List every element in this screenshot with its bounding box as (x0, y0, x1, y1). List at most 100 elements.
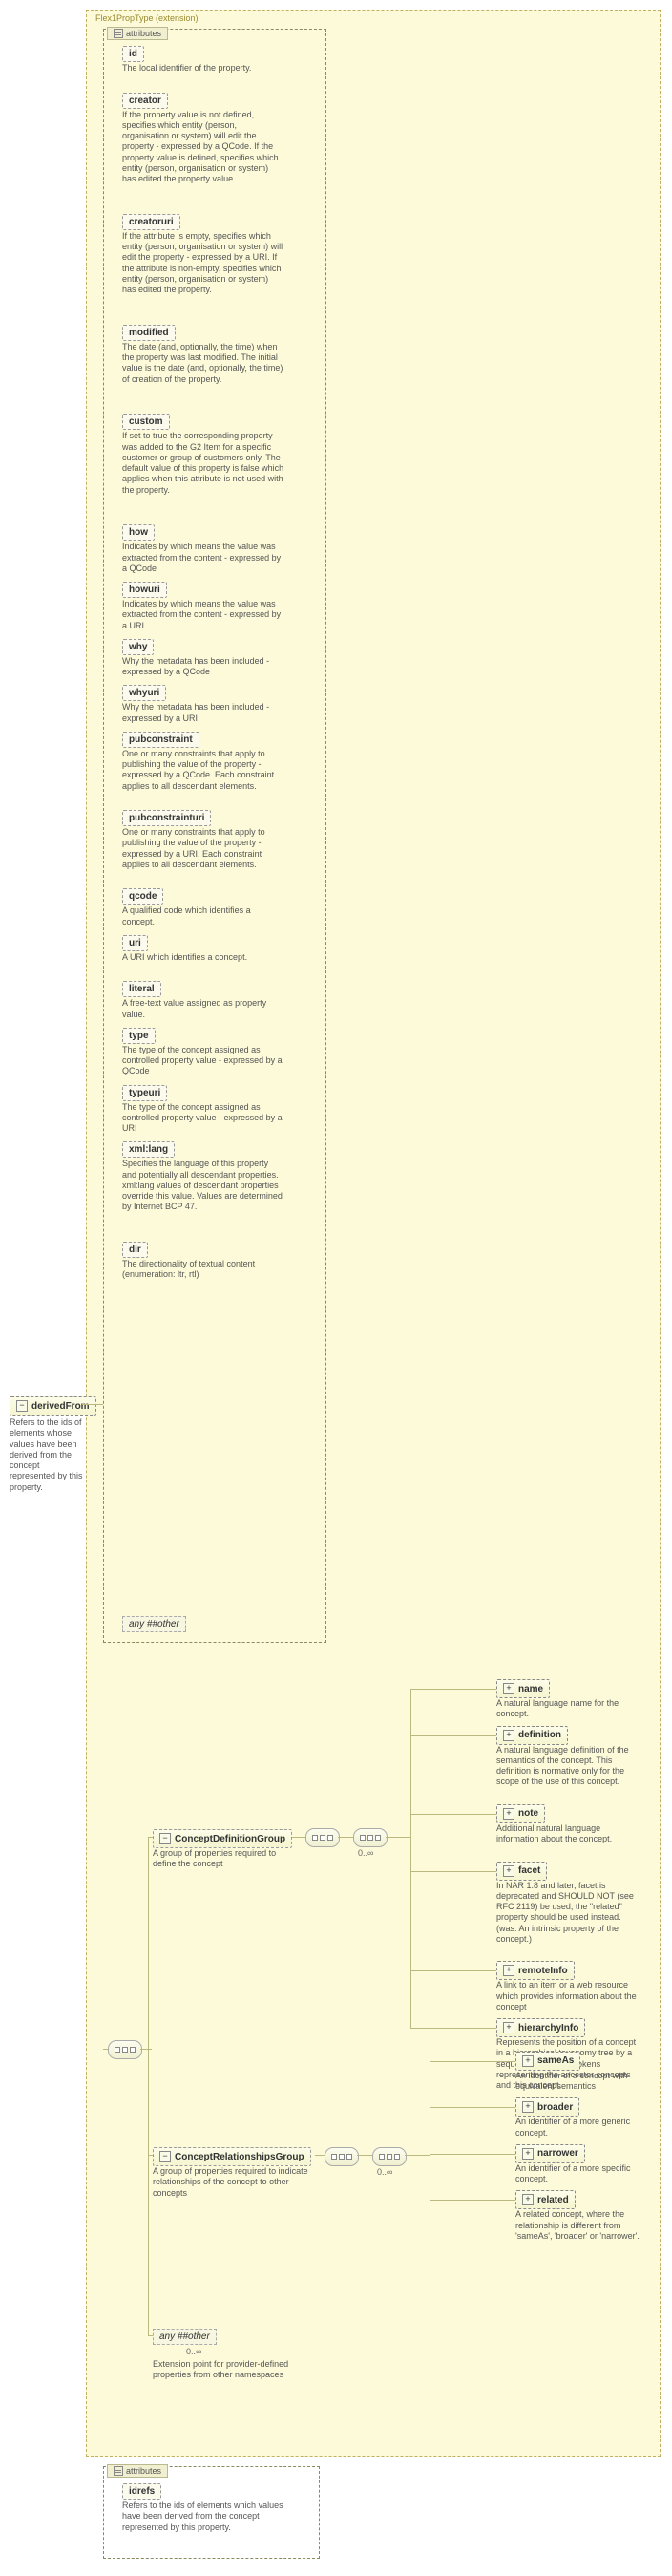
connector (410, 2028, 496, 2029)
attr-creator[interactable]: creator (122, 93, 168, 109)
connector (410, 1970, 496, 1971)
plus-icon: + (522, 2055, 534, 2067)
attr-typeuri[interactable]: typeuri (122, 1085, 167, 1101)
child-hierarchyinfo[interactable]: + hierarchyInfo (496, 2018, 585, 2037)
group-concept-relationships[interactable]: − ConceptRelationshipsGroup (153, 2147, 311, 2166)
child-label: name (518, 1684, 543, 1694)
attr-desc: A URI which identifies a concept. (122, 952, 284, 963)
attr-xml-lang[interactable]: xml:lang (122, 1141, 175, 1158)
connector (315, 2155, 325, 2156)
child-desc: An identifier of a concept with equivale… (515, 2071, 659, 2093)
any-other-element: any ##other (153, 2329, 217, 2345)
child-note[interactable]: + note (496, 1804, 545, 1823)
attr-desc: One or many constraints that apply to pu… (122, 749, 284, 792)
connector (410, 1689, 496, 1690)
attr-desc: Specifies the language of this property … (122, 1159, 284, 1212)
attr-idrefs[interactable]: idrefs (122, 2483, 161, 2500)
attr-why[interactable]: why (122, 639, 154, 655)
attr-desc: One or many constraints that apply to pu… (122, 827, 284, 870)
child-desc: An identifier of a more specific concept… (515, 2163, 659, 2185)
attr-howuri[interactable]: howuri (122, 582, 167, 598)
connector (410, 1871, 496, 1872)
connector (386, 1837, 401, 1838)
child-desc: In NAR 1.8 and later, facet is deprecate… (496, 1881, 640, 1946)
connector (401, 1837, 410, 1838)
plus-icon: + (503, 1965, 514, 1976)
root-element-derivedfrom[interactable]: − derivedFrom (10, 1396, 96, 1416)
child-remoteinfo[interactable]: + remoteInfo (496, 1961, 575, 1980)
attr-desc: Why the metadata has been included - exp… (122, 702, 284, 724)
attr-uri[interactable]: uri (122, 935, 148, 951)
attr-desc: A qualified code which identifies a conc… (122, 905, 284, 927)
any-element-desc: Extension point for provider-defined pro… (153, 2359, 305, 2381)
attr-qcode[interactable]: qcode (122, 888, 163, 905)
attributes-header-label: attributes (126, 29, 161, 38)
child-label: hierarchyInfo (518, 2023, 578, 2033)
child-related[interactable]: +related (515, 2190, 576, 2209)
child-name[interactable]: + name (496, 1679, 550, 1698)
attr-type[interactable]: type (122, 1028, 156, 1044)
attr-desc: The local identifier of the property. (122, 63, 284, 74)
child-label: note (518, 1808, 538, 1819)
child-sameas[interactable]: +sameAs (515, 2052, 580, 2071)
connector (292, 1837, 305, 1838)
group2-desc: A group of properties required to indica… (153, 2166, 315, 2199)
child-label: related (537, 2195, 569, 2205)
connector (140, 2049, 152, 2050)
panel-label: Flex1PropType (extension) (95, 13, 199, 23)
attr-desc: The date (and, optionally, the time) whe… (122, 342, 284, 385)
sequence-marker (108, 2040, 142, 2059)
attr-id[interactable]: id (122, 46, 144, 62)
list-icon (114, 2466, 123, 2476)
connector (430, 2061, 515, 2062)
attr-desc: If the property value is not defined, sp… (122, 110, 284, 185)
attr-whyuri[interactable]: whyuri (122, 685, 166, 701)
plus-icon: + (503, 1730, 514, 1741)
root-element-desc: Refers to the ids of elements whose valu… (10, 1417, 84, 1493)
child-broader[interactable]: +broader (515, 2097, 579, 2117)
attr-literal[interactable]: literal (122, 981, 161, 997)
attr-how[interactable]: how (122, 524, 155, 541)
sequence-marker (325, 2147, 359, 2166)
plus-icon: + (503, 1683, 514, 1694)
attr-desc: Why the metadata has been included - exp… (122, 656, 284, 678)
plus-icon: + (522, 2194, 534, 2205)
connector (357, 2155, 372, 2156)
list-icon (114, 29, 123, 38)
group-concept-definition[interactable]: − ConceptDefinitionGroup (153, 1829, 292, 1848)
connector (148, 1837, 149, 2335)
attr-desc: A free-text value assigned as property v… (122, 998, 284, 1020)
attr-desc: The type of the concept assigned as cont… (122, 1045, 284, 1077)
attr-idrefs-desc: Refers to the ids of elements which valu… (122, 2501, 284, 2533)
connector (430, 2154, 515, 2155)
attr-custom[interactable]: custom (122, 414, 170, 430)
child-desc: A natural language definition of the sem… (496, 1745, 640, 1788)
attr-pubconstrainturi[interactable]: pubconstrainturi (122, 810, 211, 826)
child-label: facet (518, 1865, 540, 1876)
root-element-name: derivedFrom (32, 1401, 90, 1412)
child-label: broader (537, 2102, 573, 2113)
connector (410, 1814, 496, 1815)
attr-pubconstraint[interactable]: pubconstraint (122, 732, 200, 748)
child-label: remoteInfo (518, 1966, 568, 1976)
lower-attributes-header: attributes (107, 2464, 168, 2478)
lower-attr-header-label: attributes (126, 2466, 161, 2476)
child-facet[interactable]: + facet (496, 1862, 547, 1881)
plus-icon: + (503, 2022, 514, 2033)
attr-dir[interactable]: dir (122, 1242, 148, 1258)
child-label: definition (518, 1730, 561, 1740)
attr-creatoruri[interactable]: creatoruri (122, 214, 180, 230)
plus-icon: + (503, 1808, 514, 1820)
any-other-attr: any ##other (122, 1616, 186, 1632)
child-narrower[interactable]: +narrower (515, 2144, 585, 2163)
minus-icon: − (159, 2151, 171, 2162)
attr-modified[interactable]: modified (122, 325, 176, 341)
sequence-marker (372, 2147, 407, 2166)
any-attr-label: any ##other (129, 1619, 179, 1629)
child-definition[interactable]: + definition (496, 1726, 568, 1745)
child-label: narrower (537, 2148, 578, 2159)
plus-icon: + (503, 1865, 514, 1877)
group1-name: ConceptDefinitionGroup (175, 1834, 285, 1844)
child-desc: A related concept, where the relationshi… (515, 2209, 659, 2242)
group1-occ: 0..∞ (358, 1848, 373, 1858)
